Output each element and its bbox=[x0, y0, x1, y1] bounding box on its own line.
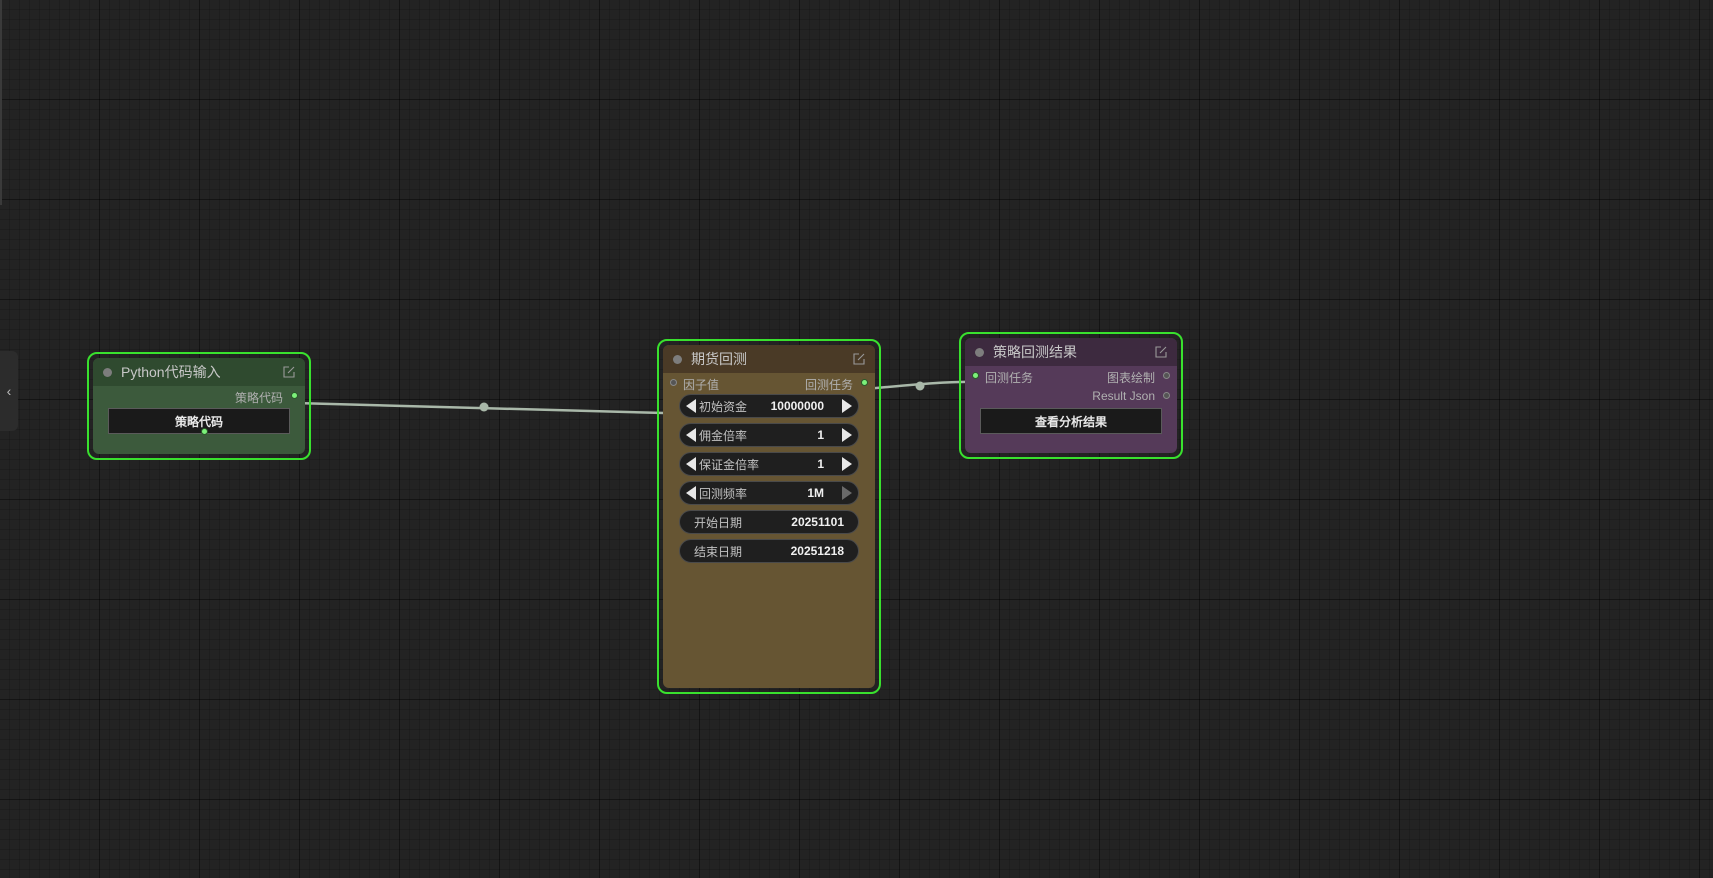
previous-arrow-icon[interactable] bbox=[686, 486, 696, 500]
sidebar-toggle-button[interactable]: ‹ bbox=[0, 351, 18, 431]
io-slot-row: 因子值 回测任务 bbox=[663, 373, 875, 393]
button-label: 策略代码 bbox=[174, 414, 223, 429]
widget-value: 1M bbox=[807, 486, 824, 500]
node-strategy-result-body: 策略回测结果 回测任务 图表绘制 Result Json 查看分析结果 bbox=[965, 338, 1177, 453]
widget-label: 保证金倍率 bbox=[699, 457, 760, 472]
node-header[interactable]: 策略回测结果 bbox=[965, 338, 1177, 366]
edit-icon[interactable] bbox=[1155, 346, 1167, 358]
node-python-input-body: Python代码输入 策略代码 策略代码 bbox=[93, 358, 305, 454]
widget-label: 回测频率 bbox=[699, 486, 748, 501]
end-date-field[interactable]: 结束日期 20251218 bbox=[679, 539, 859, 563]
strategy-code-button[interactable]: 策略代码 bbox=[108, 408, 290, 435]
widget-value: 1 bbox=[817, 457, 824, 471]
widget-value: 1 bbox=[817, 428, 824, 442]
view-analysis-results-button[interactable]: 查看分析结果 bbox=[980, 408, 1162, 434]
collapse-dot-icon[interactable] bbox=[103, 368, 112, 377]
edit-icon[interactable] bbox=[853, 353, 865, 365]
node-title: 期货回测 bbox=[691, 351, 747, 367]
node-title: 策略回测结果 bbox=[993, 344, 1077, 360]
node-title: Python代码输入 bbox=[121, 364, 221, 380]
collapse-dot-icon[interactable] bbox=[673, 355, 682, 364]
widget-label: 结束日期 bbox=[694, 544, 743, 559]
decrement-arrow-icon[interactable] bbox=[686, 399, 696, 413]
widget-value: 10000000 bbox=[770, 399, 824, 413]
next-arrow-icon[interactable] bbox=[842, 486, 852, 500]
node-futures-backtest-body: 期货回测 因子值 回测任务 初始资金 10000000 佣金倍率 1 保证金倍率… bbox=[663, 345, 875, 688]
node-header[interactable]: 期货回测 bbox=[663, 345, 875, 373]
node-header[interactable]: Python代码输入 bbox=[93, 358, 305, 386]
output-port[interactable] bbox=[291, 392, 298, 399]
input-port[interactable] bbox=[972, 372, 979, 379]
io-slot-row: 回测任务 图表绘制 bbox=[965, 366, 1177, 386]
start-date-field[interactable]: 开始日期 20251101 bbox=[679, 510, 859, 534]
output-port[interactable] bbox=[861, 379, 868, 386]
output-slot-row: 策略代码 bbox=[93, 386, 305, 406]
edit-icon[interactable] bbox=[283, 366, 295, 378]
button-port[interactable] bbox=[201, 428, 208, 435]
output-slot-label: 策略代码 bbox=[234, 391, 283, 405]
input-slot-label: 因子值 bbox=[683, 378, 720, 392]
output-slot-row: Result Json bbox=[965, 386, 1177, 406]
increment-arrow-icon[interactable] bbox=[842, 428, 852, 442]
node-strategy-result[interactable]: 策略回测结果 回测任务 图表绘制 Result Json 查看分析结果 bbox=[959, 332, 1183, 459]
widget-value: 20251101 bbox=[791, 515, 844, 529]
input-port[interactable] bbox=[670, 379, 677, 386]
button-label: 查看分析结果 bbox=[1034, 414, 1107, 429]
chevron-left-icon: ‹ bbox=[6, 383, 12, 399]
output-slot-label: Result Json bbox=[1092, 389, 1155, 403]
left-edge-divider bbox=[0, 0, 2, 205]
link-midpoint-handle bbox=[915, 381, 925, 391]
widget-label: 佣金倍率 bbox=[699, 428, 748, 443]
input-slot-label: 回测任务 bbox=[985, 371, 1034, 385]
link-midpoint-handle bbox=[479, 402, 489, 412]
node-python-input[interactable]: Python代码输入 策略代码 策略代码 bbox=[87, 352, 311, 460]
link-python-to-backtest bbox=[294, 401, 665, 415]
collapse-dot-icon[interactable] bbox=[975, 348, 984, 357]
initial-capital-widget[interactable]: 初始资金 10000000 bbox=[679, 394, 859, 418]
output-port[interactable] bbox=[1163, 392, 1170, 399]
widget-label: 初始资金 bbox=[699, 399, 748, 414]
widget-value: 20251218 bbox=[790, 544, 844, 558]
margin-multiplier-widget[interactable]: 保证金倍率 1 bbox=[679, 452, 859, 476]
commission-multiplier-widget[interactable]: 佣金倍率 1 bbox=[679, 423, 859, 447]
decrement-arrow-icon[interactable] bbox=[686, 428, 696, 442]
output-slot-label: 回测任务 bbox=[804, 378, 853, 392]
graph-canvas[interactable]: ‹ Python代码输入 策略代码 策略代码 期货回测 因子值 回测任务 初始资… bbox=[0, 0, 1713, 878]
increment-arrow-icon[interactable] bbox=[842, 457, 852, 471]
output-port[interactable] bbox=[1163, 372, 1170, 379]
increment-arrow-icon[interactable] bbox=[842, 399, 852, 413]
node-futures-backtest[interactable]: 期货回测 因子值 回测任务 初始资金 10000000 佣金倍率 1 保证金倍率… bbox=[657, 339, 881, 694]
widget-label: 开始日期 bbox=[694, 515, 743, 530]
decrement-arrow-icon[interactable] bbox=[686, 457, 696, 471]
backtest-frequency-combo[interactable]: 回测频率 1M bbox=[679, 481, 859, 505]
output-slot-label: 图表绘制 bbox=[1106, 371, 1155, 385]
